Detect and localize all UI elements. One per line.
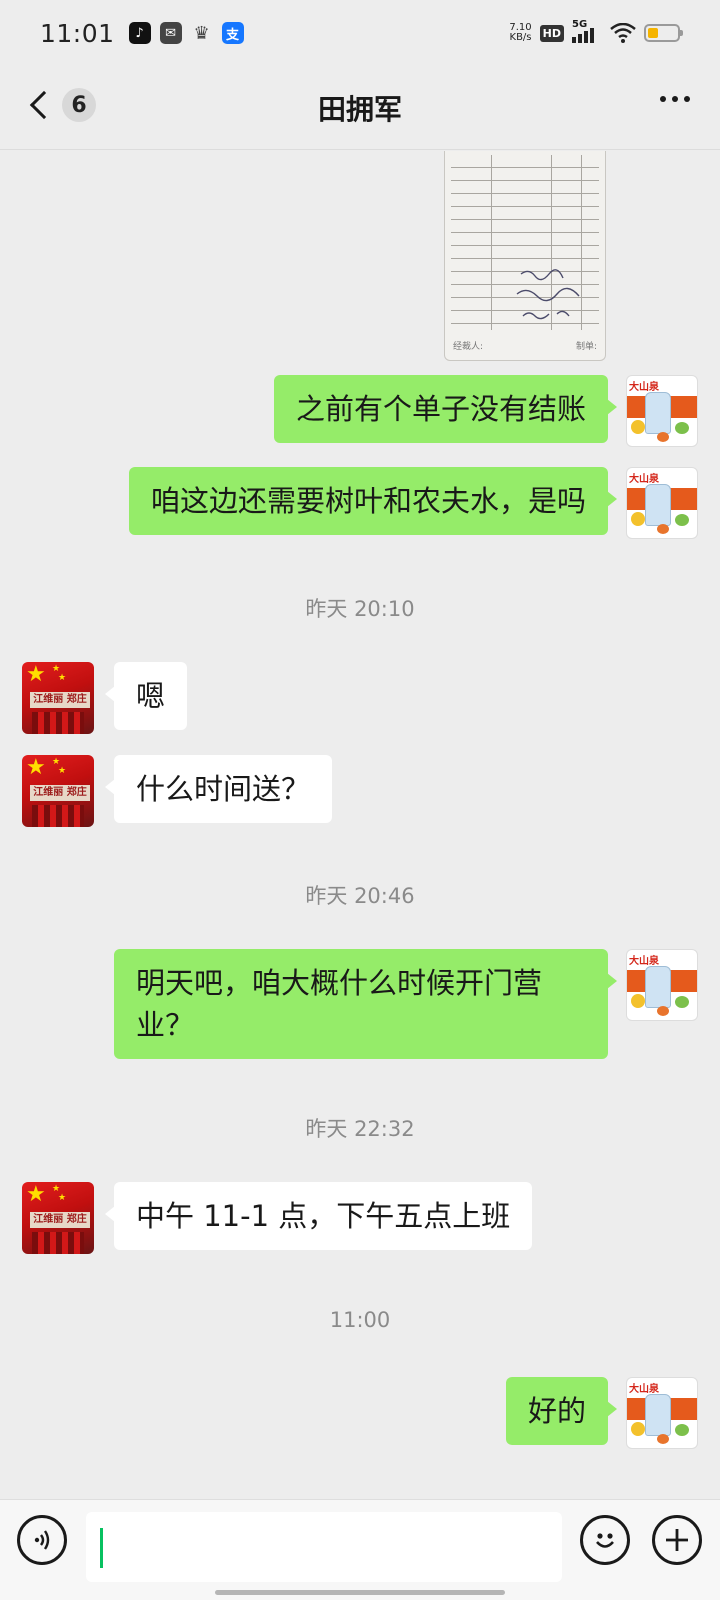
my-avatar[interactable]: 大山泉 — [626, 949, 698, 1021]
receipt-footer-left: 经裁人: — [453, 342, 484, 352]
back-button[interactable]: 6 — [26, 88, 96, 122]
handwriting-scribble — [516, 269, 580, 320]
message-bubble-sent[interactable]: 好的 — [505, 1377, 618, 1445]
timestamp-separator: 昨天 22:32 — [305, 1117, 415, 1141]
chat-title: 田拥军 — [317, 92, 402, 126]
my-avatar[interactable]: 大山泉 — [626, 375, 698, 447]
message-bubble-sent[interactable]: 明天吧，咱大概什么时候开门营业？ — [114, 949, 617, 1059]
contact-avatar[interactable]: ★ ★ ★ 江维丽 郑庄 — [22, 662, 94, 734]
chat-header: 6 田拥军 — [0, 66, 720, 150]
unread-count-badge: 6 — [62, 88, 96, 122]
avatar-brand-text: 大山泉 — [629, 382, 659, 393]
more-dot-icon — [672, 96, 678, 102]
message-bubble-received[interactable]: 什么时间送？ — [104, 755, 333, 823]
emoji-button[interactable] — [580, 1515, 630, 1565]
smiley-icon — [596, 1533, 614, 1548]
status-bar: 11:01 ♪ ✉ ♛ 支 7.10 KB/s HD 5G — [0, 0, 720, 66]
signal-icon: 5G — [572, 19, 602, 43]
hd-badge: HD — [539, 24, 564, 42]
my-avatar[interactable]: 大山泉 — [626, 467, 698, 539]
message-input[interactable] — [86, 1512, 562, 1582]
home-indicator[interactable] — [215, 1590, 505, 1595]
crown-icon: ♛ — [193, 22, 210, 44]
status-indicators: 7.10 KB/s HD 5G — [509, 19, 683, 43]
message-list[interactable]: 经裁人: 制单: 之前有个单子没有结账 大山泉 咱这边还需要树叶和农夫水，是吗 … — [0, 151, 720, 1498]
message-bubble-received[interactable]: 中午 11-1 点，下午五点上班 — [104, 1182, 533, 1250]
timestamp-separator: 昨天 20:46 — [305, 884, 415, 908]
text-caret — [100, 1528, 103, 1568]
star-icon: ★ — [26, 1182, 46, 1207]
star-icon: ★ — [26, 755, 46, 780]
battery-icon — [644, 24, 683, 42]
message-bubble-sent[interactable]: 之前有个单子没有结账 — [273, 375, 618, 443]
receipt-footer-right: 制单: — [575, 342, 597, 352]
avatar-brand-text: 大山泉 — [629, 956, 659, 967]
alipay-icon: 支 — [221, 22, 244, 44]
mail-icon: ✉ — [159, 22, 182, 44]
receipt-photo[interactable]: 经裁人: 制单: — [444, 151, 606, 361]
my-avatar[interactable]: 大山泉 — [626, 1377, 698, 1449]
voice-input-button[interactable] — [17, 1515, 67, 1565]
more-actions-button[interactable] — [652, 1515, 702, 1565]
avatar-brand-text: 大山泉 — [629, 1384, 659, 1395]
network-speed: 7.10 KB/s — [509, 23, 531, 43]
chevron-left-icon — [29, 90, 59, 120]
status-app-icons: ♪ ✉ ♛ 支 — [128, 22, 244, 44]
more-dot-icon — [684, 96, 690, 102]
avatar-brand-text: 大山泉 — [629, 474, 659, 485]
receipt-footer: 经裁人: 制单: — [453, 339, 597, 352]
wifi-icon — [610, 23, 636, 43]
network-type: 5G — [572, 19, 588, 30]
contact-avatar[interactable]: ★ ★ ★ 江维丽 郑庄 — [22, 1182, 94, 1254]
star-icon: ★ — [26, 662, 46, 687]
avatar-sign-text: 江维丽 郑庄 — [30, 692, 90, 708]
timestamp-separator: 昨天 20:10 — [305, 597, 415, 621]
more-dot-icon — [660, 96, 666, 102]
contact-avatar[interactable]: ★ ★ ★ 江维丽 郑庄 — [22, 755, 94, 827]
timestamp-separator: 11:00 — [329, 1308, 391, 1332]
voice-icon — [34, 1530, 50, 1550]
plus-icon — [666, 1529, 688, 1551]
battery-level — [648, 28, 658, 38]
status-time: 11:01 — [40, 18, 115, 48]
network-speed-unit: KB/s — [509, 32, 532, 43]
chat-input-bar — [0, 1499, 720, 1600]
tiktok-icon: ♪ — [128, 22, 151, 44]
avatar-sign-text: 江维丽 郑庄 — [30, 1212, 90, 1228]
message-bubble-received[interactable]: 嗯 — [104, 662, 188, 730]
message-bubble-sent[interactable]: 咱这边还需要树叶和农夫水，是吗 — [128, 467, 618, 535]
avatar-sign-text: 江维丽 郑庄 — [30, 785, 90, 801]
more-options-button[interactable] — [660, 96, 690, 102]
